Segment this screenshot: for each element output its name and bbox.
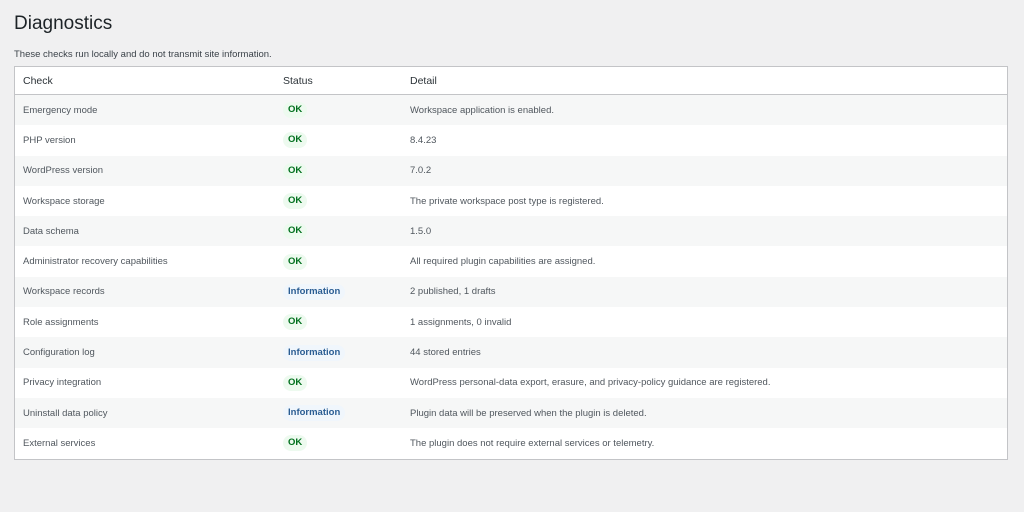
- check-detail: All required plugin capabilities are ass…: [402, 246, 1008, 277]
- table-row: WordPress version OK 7.0.2: [14, 155, 1008, 186]
- status-cell: Information: [275, 337, 402, 368]
- table-row: Workspace records Information 2 publishe…: [14, 276, 1008, 308]
- page-description: These checks run locally and do not tran…: [14, 49, 272, 60]
- table-row: PHP version OK 8.4.23: [14, 125, 1008, 156]
- table-header: Check Status Detail: [14, 66, 1008, 95]
- check-name: Workspace storage: [14, 185, 275, 217]
- check-detail: 1.5.0: [402, 216, 1008, 247]
- check-detail: 8.4.23: [402, 125, 1008, 156]
- status-badge: Information: [283, 283, 346, 300]
- column-header-status: Status: [275, 66, 402, 95]
- status-cell: Information: [275, 397, 402, 429]
- check-name: Uninstall data policy: [14, 397, 275, 429]
- status-badge: OK: [283, 162, 308, 179]
- check-detail: 7.0.2: [402, 155, 1008, 186]
- check-name: Privacy integration: [14, 367, 275, 398]
- check-name: PHP version: [14, 125, 275, 156]
- status-cell: OK: [275, 94, 402, 126]
- status-badge: OK: [283, 132, 308, 149]
- status-badge: OK: [283, 253, 308, 270]
- status-badge: Information: [283, 405, 346, 422]
- column-header-check: Check: [14, 66, 275, 95]
- check-detail: The plugin does not require external ser…: [402, 428, 1008, 460]
- status-cell: OK: [275, 185, 402, 217]
- check-name: Emergency mode: [14, 94, 275, 126]
- column-header-detail: Detail: [402, 66, 1008, 95]
- status-badge: OK: [283, 223, 308, 240]
- check-detail: Plugin data will be preserved when the p…: [402, 397, 1008, 429]
- status-cell: OK: [275, 216, 402, 247]
- header-row: Check Status Detail: [14, 66, 1008, 95]
- table-row: External services OK The plugin does not…: [14, 428, 1008, 460]
- check-name: External services: [14, 428, 275, 460]
- check-detail: 1 assignments, 0 invalid: [402, 307, 1008, 338]
- check-name: Data schema: [14, 216, 275, 247]
- table-row: Role assignments OK 1 assignments, 0 inv…: [14, 307, 1008, 338]
- table-row: Configuration log Information 44 stored …: [14, 337, 1008, 368]
- table-row: Uninstall data policy Information Plugin…: [14, 397, 1008, 429]
- table-body: Emergency mode OK Workspace application …: [14, 94, 1008, 460]
- status-cell: OK: [275, 307, 402, 338]
- check-detail: Workspace application is enabled.: [402, 94, 1008, 126]
- status-badge: Information: [283, 344, 346, 361]
- status-badge: OK: [283, 193, 308, 210]
- check-detail: 2 published, 1 drafts: [402, 276, 1008, 308]
- check-name: Workspace records: [14, 276, 275, 308]
- table-row: Administrator recovery capabilities OK A…: [14, 246, 1008, 277]
- status-cell: OK: [275, 428, 402, 460]
- table-row: Workspace storage OK The private workspa…: [14, 185, 1008, 217]
- table-row: Emergency mode OK Workspace application …: [14, 94, 1008, 126]
- status-cell: Information: [275, 276, 402, 308]
- status-cell: OK: [275, 125, 402, 156]
- check-name: WordPress version: [14, 155, 275, 186]
- status-badge: OK: [283, 102, 308, 119]
- status-badge: OK: [283, 314, 308, 331]
- check-name: Administrator recovery capabilities: [14, 246, 275, 277]
- check-detail: WordPress personal-data export, erasure,…: [402, 367, 1008, 398]
- diagnostics-table: Check Status Detail Emergency mode OK Wo…: [14, 66, 1008, 460]
- table-row: Data schema OK 1.5.0: [14, 216, 1008, 247]
- status-cell: OK: [275, 155, 402, 186]
- status-badge: OK: [283, 374, 308, 391]
- status-badge: OK: [283, 435, 308, 452]
- page-title: Diagnostics: [14, 13, 113, 34]
- check-detail: The private workspace post type is regis…: [402, 185, 1008, 217]
- status-cell: OK: [275, 367, 402, 398]
- diagnostics-page: Diagnostics These checks run locally and…: [0, 0, 1024, 460]
- check-name: Configuration log: [14, 337, 275, 368]
- check-name: Role assignments: [14, 307, 275, 338]
- table-row: Privacy integration OK WordPress persona…: [14, 367, 1008, 398]
- check-detail: 44 stored entries: [402, 337, 1008, 368]
- status-cell: OK: [275, 246, 402, 277]
